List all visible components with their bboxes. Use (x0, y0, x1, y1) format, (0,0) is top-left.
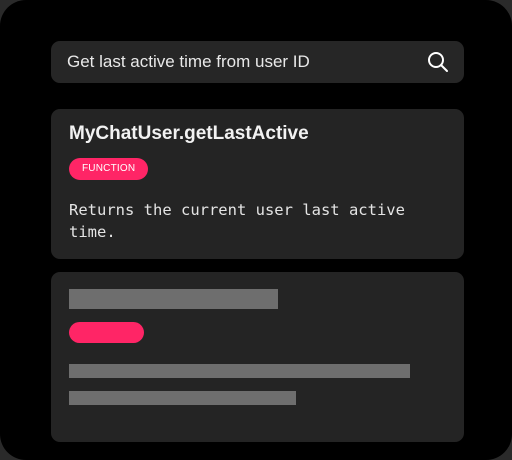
skeleton-card (51, 272, 464, 442)
skeleton-title (69, 289, 278, 309)
skeleton-line (69, 391, 296, 405)
search-bar[interactable]: Get last active time from user ID (51, 41, 464, 83)
search-icon[interactable] (427, 51, 449, 73)
function-badge: FUNCTION (69, 158, 149, 180)
result-title: MyChatUser.getLastActive (69, 123, 309, 144)
skeleton-line (69, 364, 410, 378)
result-description: Returns the current user last active tim… (69, 201, 405, 241)
result-card[interactable]: MyChatUser.getLastActive FUNCTION Return… (51, 109, 464, 259)
app-frame: Get last active time from user ID MyChat… (0, 0, 512, 460)
search-input[interactable]: Get last active time from user ID (67, 41, 310, 83)
skeleton-badge (69, 322, 144, 343)
